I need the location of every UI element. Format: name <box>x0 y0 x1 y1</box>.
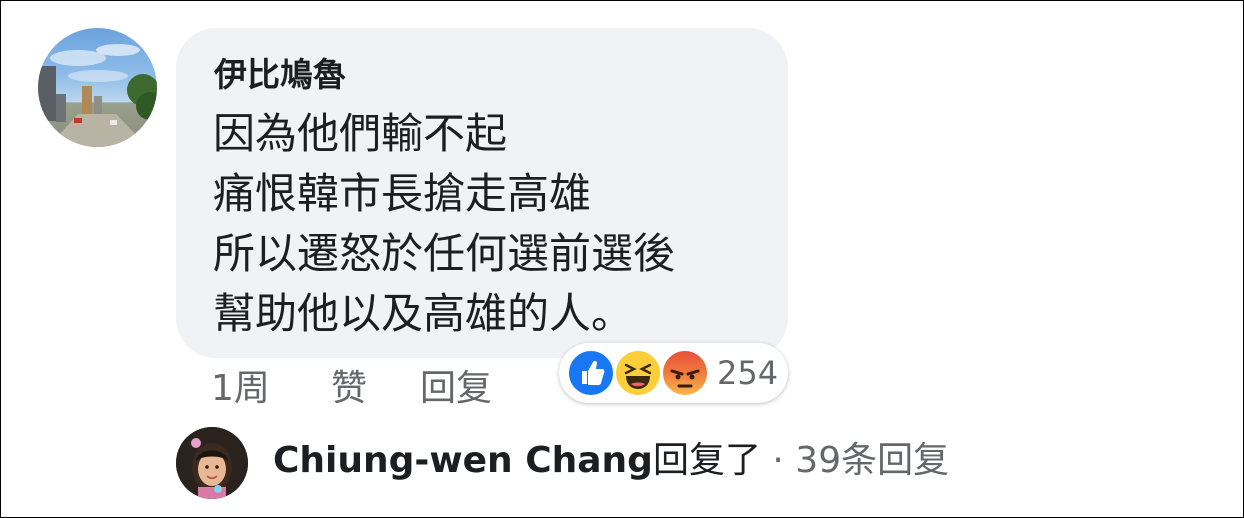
reactions-summary[interactable]: 254 <box>559 343 788 403</box>
haha-icon <box>614 349 662 397</box>
reply-author-name: Chiung-wen Chang <box>273 440 653 481</box>
comment-text-line: 因為他們輸不起 <box>213 109 508 158</box>
like-icon <box>567 349 615 397</box>
comment-timestamp[interactable]: 1周 <box>211 365 270 413</box>
comment-panel: 伊比鳩魯 因為他們輸不起 痛恨韓市長搶走高雄 所以遷怒於任何選前選後 幫助他以及… <box>0 0 1244 518</box>
reply-verb: 回复了 <box>652 440 761 481</box>
reply-button[interactable]: 回复 <box>420 365 492 413</box>
comment-text-line: 痛恨韓市長搶走高雄 <box>213 169 592 218</box>
reply-count: · 39条回复 <box>760 440 950 481</box>
like-button[interactable]: 赞 <box>331 365 367 413</box>
comment-author-name[interactable]: 伊比鳩魯 <box>214 53 346 97</box>
view-replies-link[interactable]: Chiung-wen Chang回复了 · 39条回复 <box>273 437 949 485</box>
comment-text-line: 所以遷怒於任何選前選後 <box>213 229 676 278</box>
reaction-count: 254 <box>717 354 779 392</box>
angry-icon <box>661 349 709 397</box>
commenter-avatar[interactable] <box>38 28 157 147</box>
reply-author-avatar[interactable] <box>176 427 248 499</box>
comment-text-line: 幫助他以及高雄的人。 <box>213 289 634 338</box>
